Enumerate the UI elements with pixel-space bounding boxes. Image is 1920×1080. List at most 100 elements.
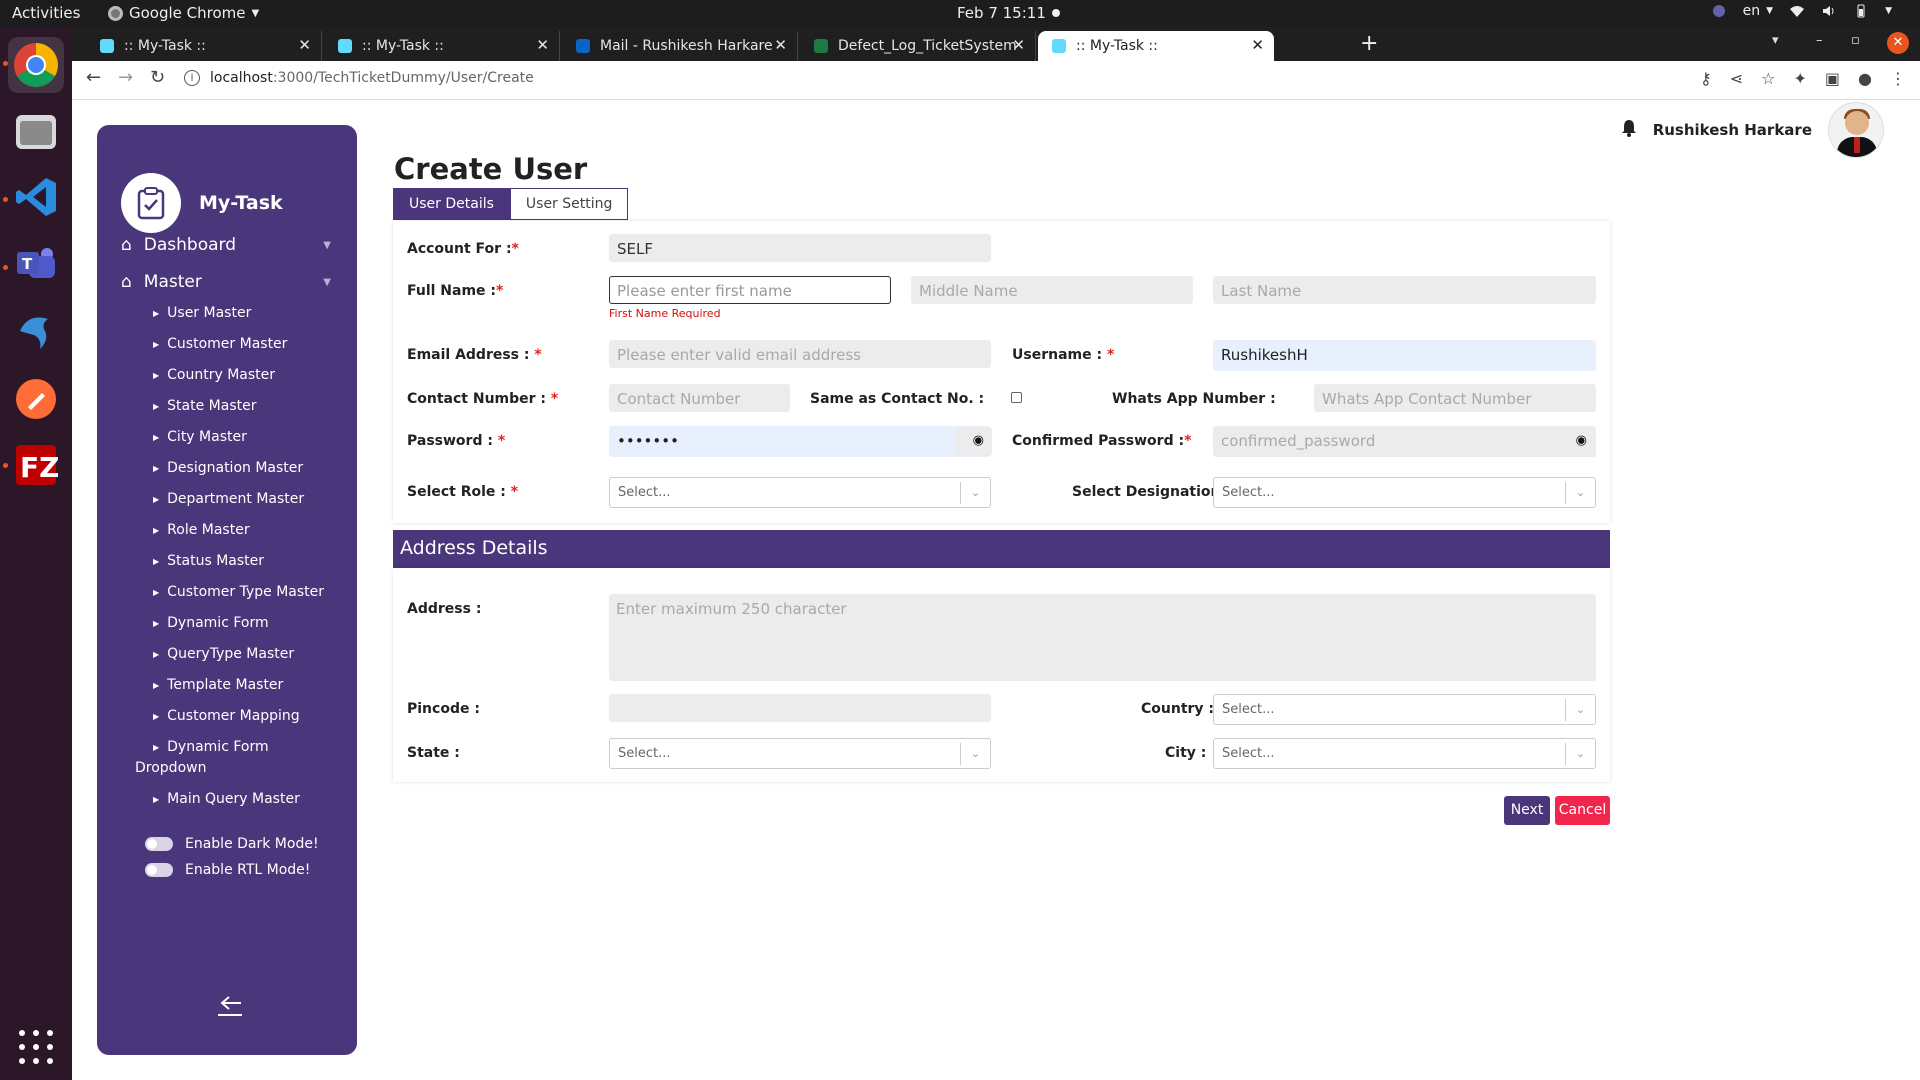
tab-search-icon[interactable]: ▾	[1772, 33, 1779, 48]
maximize-icon[interactable]: ▫	[1851, 33, 1860, 48]
close-icon[interactable]: ✕	[1251, 36, 1264, 54]
sidebar-sub-item[interactable]: ▶ Department Master	[153, 491, 304, 508]
sidebar-sub-item[interactable]: ▶ Dynamic Form	[153, 615, 269, 632]
forward-icon[interactable]: →	[118, 67, 133, 88]
extensions-icon[interactable]: ✦	[1794, 69, 1807, 88]
minimize-icon[interactable]: –	[1816, 33, 1823, 48]
country-select[interactable]: Select... ⌄	[1213, 694, 1596, 725]
key-icon[interactable]: ⚷	[1700, 69, 1712, 88]
bookmark-star-icon[interactable]: ☆	[1761, 69, 1775, 88]
new-tab-icon[interactable]: +	[1360, 31, 1378, 56]
browser-tab[interactable]: Defect_Log_TicketSystem ✕	[800, 31, 1036, 61]
sidebar-sub-item-cont[interactable]: Dropdown	[135, 760, 206, 776]
sidebar-sub-item[interactable]: ▶ Designation Master	[153, 460, 303, 477]
user-menu[interactable]: Rushikesh Harkare	[1621, 102, 1884, 158]
email-input[interactable]: Please enter valid email address	[609, 340, 991, 368]
reload-icon[interactable]: ↻	[150, 67, 165, 88]
dock-vscode[interactable]	[8, 169, 64, 225]
sidebar-sub-item[interactable]: ▶ Customer Type Master	[153, 584, 324, 601]
sidebar-sub-item[interactable]: ▶ User Master	[153, 305, 251, 322]
close-icon[interactable]: ✕	[298, 36, 311, 54]
dock-filezilla[interactable]: FZ	[8, 437, 64, 493]
password-input[interactable]: ••••••• ◉	[609, 426, 992, 457]
info-icon[interactable]: i	[184, 70, 200, 86]
dock-teams[interactable]: T	[8, 237, 64, 293]
tab-user-details[interactable]: User Details	[393, 188, 510, 220]
pincode-input[interactable]	[609, 694, 991, 722]
sidebar-sub-item[interactable]: ▶ Template Master	[153, 677, 283, 694]
middle-name-input[interactable]: Middle Name	[911, 276, 1193, 304]
address-bar[interactable]: i localhost:3000/TechTicketDummy/User/Cr…	[184, 70, 534, 86]
dock-postman[interactable]	[8, 371, 64, 427]
dock-dolphin[interactable]	[8, 303, 64, 359]
eye-icon[interactable]: ◉	[1576, 433, 1587, 448]
state-select[interactable]: Select... ⌄	[609, 738, 991, 769]
cancel-button[interactable]: Cancel	[1555, 796, 1610, 825]
first-name-input[interactable]: Please enter first name	[609, 276, 891, 304]
close-icon[interactable]: ✕	[774, 36, 787, 54]
city-select[interactable]: Select... ⌄	[1213, 738, 1596, 769]
role-select[interactable]: Select... ⌄	[609, 477, 991, 508]
share-icon[interactable]: ⋖	[1730, 69, 1743, 88]
sidebar-sub-item[interactable]: ▶ Customer Master	[153, 336, 287, 353]
browser-tab[interactable]: :: My-Task :: ✕	[324, 31, 560, 61]
same-as-contact-checkbox[interactable]	[1011, 392, 1022, 403]
dark-mode-toggle[interactable]: Enable Dark Mode!	[145, 836, 319, 852]
whatsapp-input[interactable]: Whats App Contact Number	[1314, 384, 1596, 412]
collapse-sidebar-icon[interactable]	[215, 993, 245, 1022]
tab-user-setting[interactable]: User Setting	[509, 188, 629, 220]
sidebar-sub-item[interactable]: ▶ City Master	[153, 429, 247, 446]
dock-files[interactable]	[8, 103, 64, 159]
toggle-switch[interactable]	[145, 837, 173, 851]
password-label: Password : *	[407, 433, 506, 449]
side-panel-icon[interactable]: ▣	[1825, 69, 1840, 88]
address-textarea[interactable]: Enter maximum 250 character	[609, 594, 1596, 681]
sidebar-sub-item[interactable]: ▶ Country Master	[153, 367, 275, 384]
password-toggle[interactable]: ◉	[956, 427, 992, 456]
language-indicator[interactable]: en	[1743, 3, 1761, 19]
activities-button[interactable]: Activities	[12, 4, 80, 22]
app-page: My-Task ⌂ Dashboard ▼ ⌂ Master ▼ ▶ User M…	[72, 100, 1920, 1080]
sidebar-sub-item[interactable]: ▶ Dynamic Form	[153, 739, 269, 756]
more-menu-icon[interactable]: ⋮	[1890, 69, 1906, 88]
caret-right-icon: ▶	[153, 402, 160, 411]
clock[interactable]: Feb 7 15:11	[957, 4, 1060, 22]
brand[interactable]: My-Task	[121, 173, 283, 233]
window-close-icon[interactable]: ✕	[1887, 32, 1909, 54]
confirm-password-input[interactable]: confirmed_password ◉	[1213, 426, 1596, 457]
sidebar-sub-item[interactable]: ▶ Role Master	[153, 522, 250, 539]
rtl-mode-toggle[interactable]: Enable RTL Mode!	[145, 862, 310, 878]
browser-tab[interactable]: Mail - Rushikesh Harkare - ✕	[562, 31, 798, 61]
sidebar-sub-item[interactable]: ▶ QueryType Master	[153, 646, 294, 663]
account-for-field[interactable]: SELF	[609, 234, 991, 262]
avatar[interactable]	[1828, 102, 1884, 158]
sidebar-item-master[interactable]: ⌂ Master ▼	[121, 272, 331, 292]
show-applications-icon[interactable]	[19, 1030, 53, 1064]
caret-right-icon: ▶	[153, 464, 160, 473]
chevron-down-icon: ▼	[1766, 6, 1774, 16]
svg-text:FZ: FZ	[20, 451, 58, 484]
close-icon[interactable]: ✕	[1012, 36, 1025, 54]
bell-icon[interactable]	[1621, 119, 1637, 141]
designation-select[interactable]: Select... ⌄	[1213, 477, 1596, 508]
app-menu[interactable]: Google Chrome ▼	[108, 4, 259, 22]
toggle-switch[interactable]	[145, 863, 173, 877]
sidebar-sub-label: Dropdown	[135, 760, 207, 776]
sidebar-sub-item[interactable]: ▶ State Master	[153, 398, 256, 415]
sidebar-sub-item[interactable]: ▶ Customer Mapping	[153, 708, 300, 725]
browser-tab-active[interactable]: :: My-Task :: ✕	[1038, 31, 1274, 61]
dock-chrome[interactable]	[8, 37, 64, 93]
sidebar-sub-item[interactable]: ▶ Main Query Master	[153, 791, 300, 808]
contact-label: Contact Number : *	[407, 391, 559, 407]
username-input[interactable]: RushikeshH	[1213, 340, 1596, 371]
close-icon[interactable]: ✕	[536, 36, 549, 54]
profile-icon[interactable]: ●	[1858, 69, 1872, 88]
back-icon[interactable]: ←	[86, 67, 101, 88]
sidebar-sub-item[interactable]: ▶ Status Master	[153, 553, 264, 570]
next-button[interactable]: Next	[1504, 796, 1550, 825]
contact-number-input[interactable]: Contact Number	[609, 384, 790, 412]
last-name-input[interactable]: Last Name	[1213, 276, 1596, 304]
sidebar-item-dashboard[interactable]: ⌂ Dashboard ▼	[121, 235, 331, 255]
browser-tab[interactable]: :: My-Task :: ✕	[86, 31, 322, 61]
system-tray[interactable]: en ▼ ▼	[1711, 3, 1892, 19]
